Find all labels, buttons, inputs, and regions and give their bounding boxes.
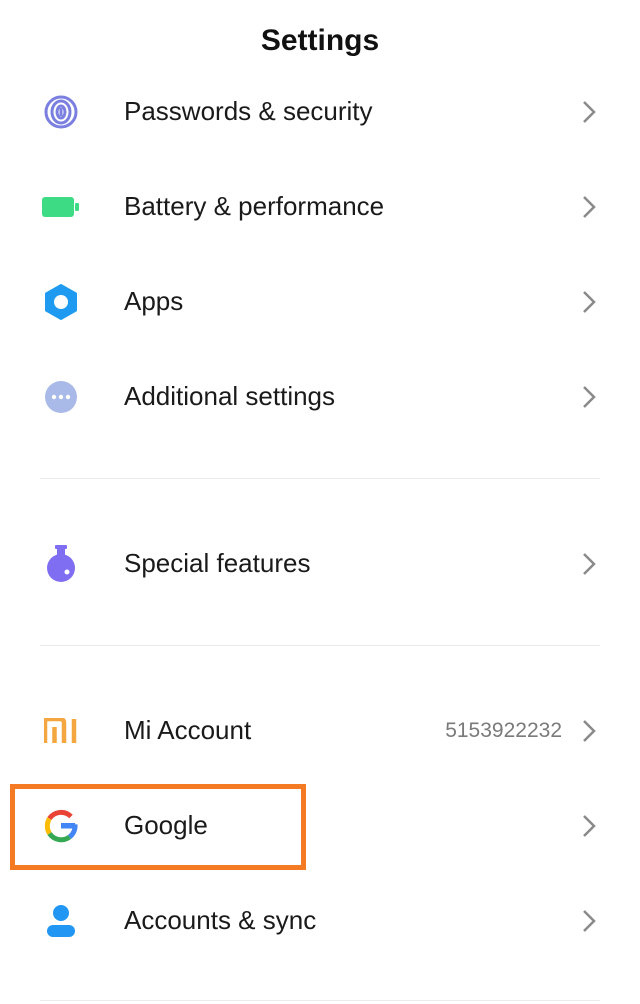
settings-item-additional-settings[interactable]: Additional settings	[0, 349, 640, 444]
settings-item-label: Mi Account	[124, 715, 252, 745]
settings-item-label: Additional settings	[124, 381, 336, 411]
settings-item-label: Accounts & sync	[124, 905, 317, 935]
chevron-right-icon	[578, 98, 600, 126]
chevron-right-icon	[578, 383, 600, 411]
settings-item-label: Passwords & security	[124, 96, 373, 126]
settings-item-label: Battery & performance	[124, 191, 385, 221]
settings-item-label: Apps	[124, 286, 184, 316]
section-divider	[40, 478, 600, 479]
settings-item-special-features[interactable]: Special features	[0, 516, 640, 611]
settings-item-battery-performance[interactable]: Battery & performance	[0, 159, 640, 254]
settings-item-label: Special features	[124, 548, 311, 578]
section-divider	[40, 1000, 600, 1001]
settings-item-apps[interactable]: Apps	[0, 254, 640, 349]
chevron-right-icon	[578, 193, 600, 221]
battery-icon	[42, 188, 80, 226]
section-divider	[40, 645, 600, 646]
chevron-right-icon	[578, 550, 600, 578]
chevron-right-icon	[578, 812, 600, 840]
gear-icon	[42, 283, 80, 321]
chevron-right-icon	[578, 717, 600, 745]
account-number: 5153922232	[445, 718, 562, 742]
mi-logo-icon	[42, 712, 80, 750]
chevron-right-icon	[578, 288, 600, 316]
person-icon	[42, 902, 80, 940]
settings-item-passwords-security[interactable]: Passwords & security	[0, 64, 640, 159]
flask-icon	[42, 544, 80, 583]
settings-item-accounts-sync[interactable]: Accounts & sync	[0, 873, 640, 968]
page-title: Settings	[260, 24, 380, 57]
highlight-box	[10, 784, 306, 870]
settings-item-mi-account[interactable]: Mi Account 5153922232	[0, 683, 640, 778]
chevron-right-icon	[578, 907, 600, 935]
fingerprint-icon	[42, 93, 80, 131]
more-dots-icon	[42, 378, 80, 416]
